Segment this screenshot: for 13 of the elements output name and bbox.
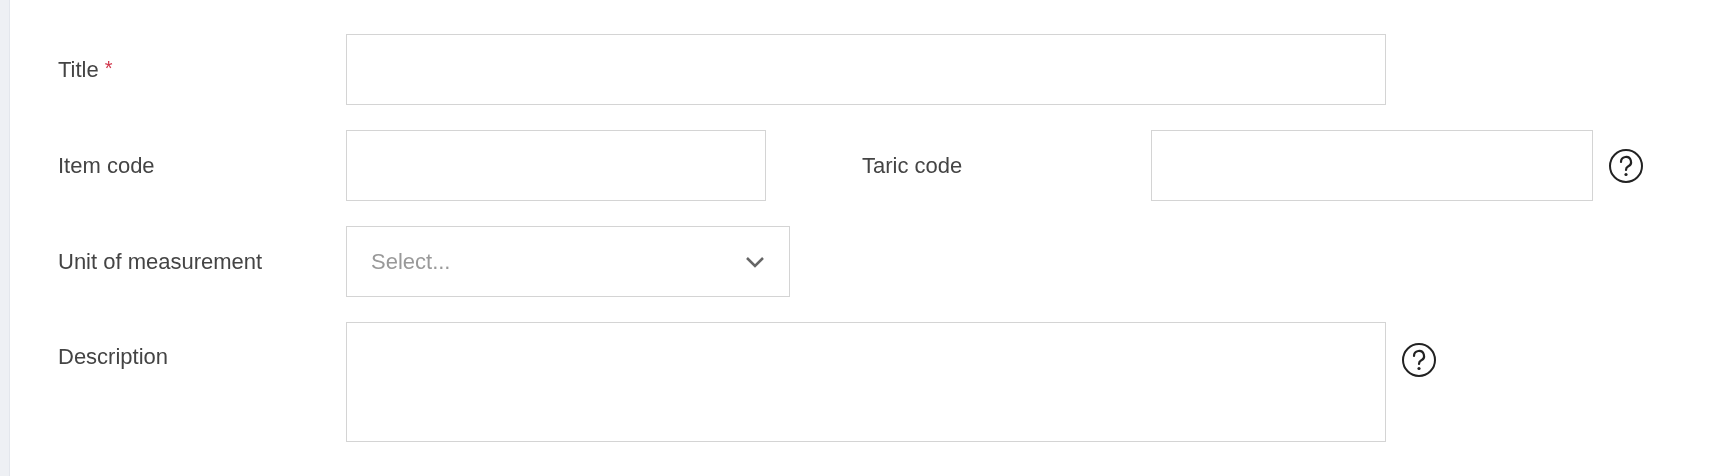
field-label: Item code [58,152,155,180]
field-label: Unit of measurement [58,248,263,276]
field-label: Description [58,343,169,371]
select-dropdown[interactable]: Select... [346,226,790,297]
description-field[interactable] [346,322,1386,442]
chevron-down-icon [745,255,765,268]
text-field[interactable] [346,130,766,201]
help-icon[interactable] [1401,342,1437,378]
field-label: Title * [58,56,113,84]
text-field[interactable] [1151,130,1593,201]
text-field[interactable] [346,34,1386,105]
field-label: Taric code [862,152,963,180]
help-icon[interactable] [1608,147,1644,184]
